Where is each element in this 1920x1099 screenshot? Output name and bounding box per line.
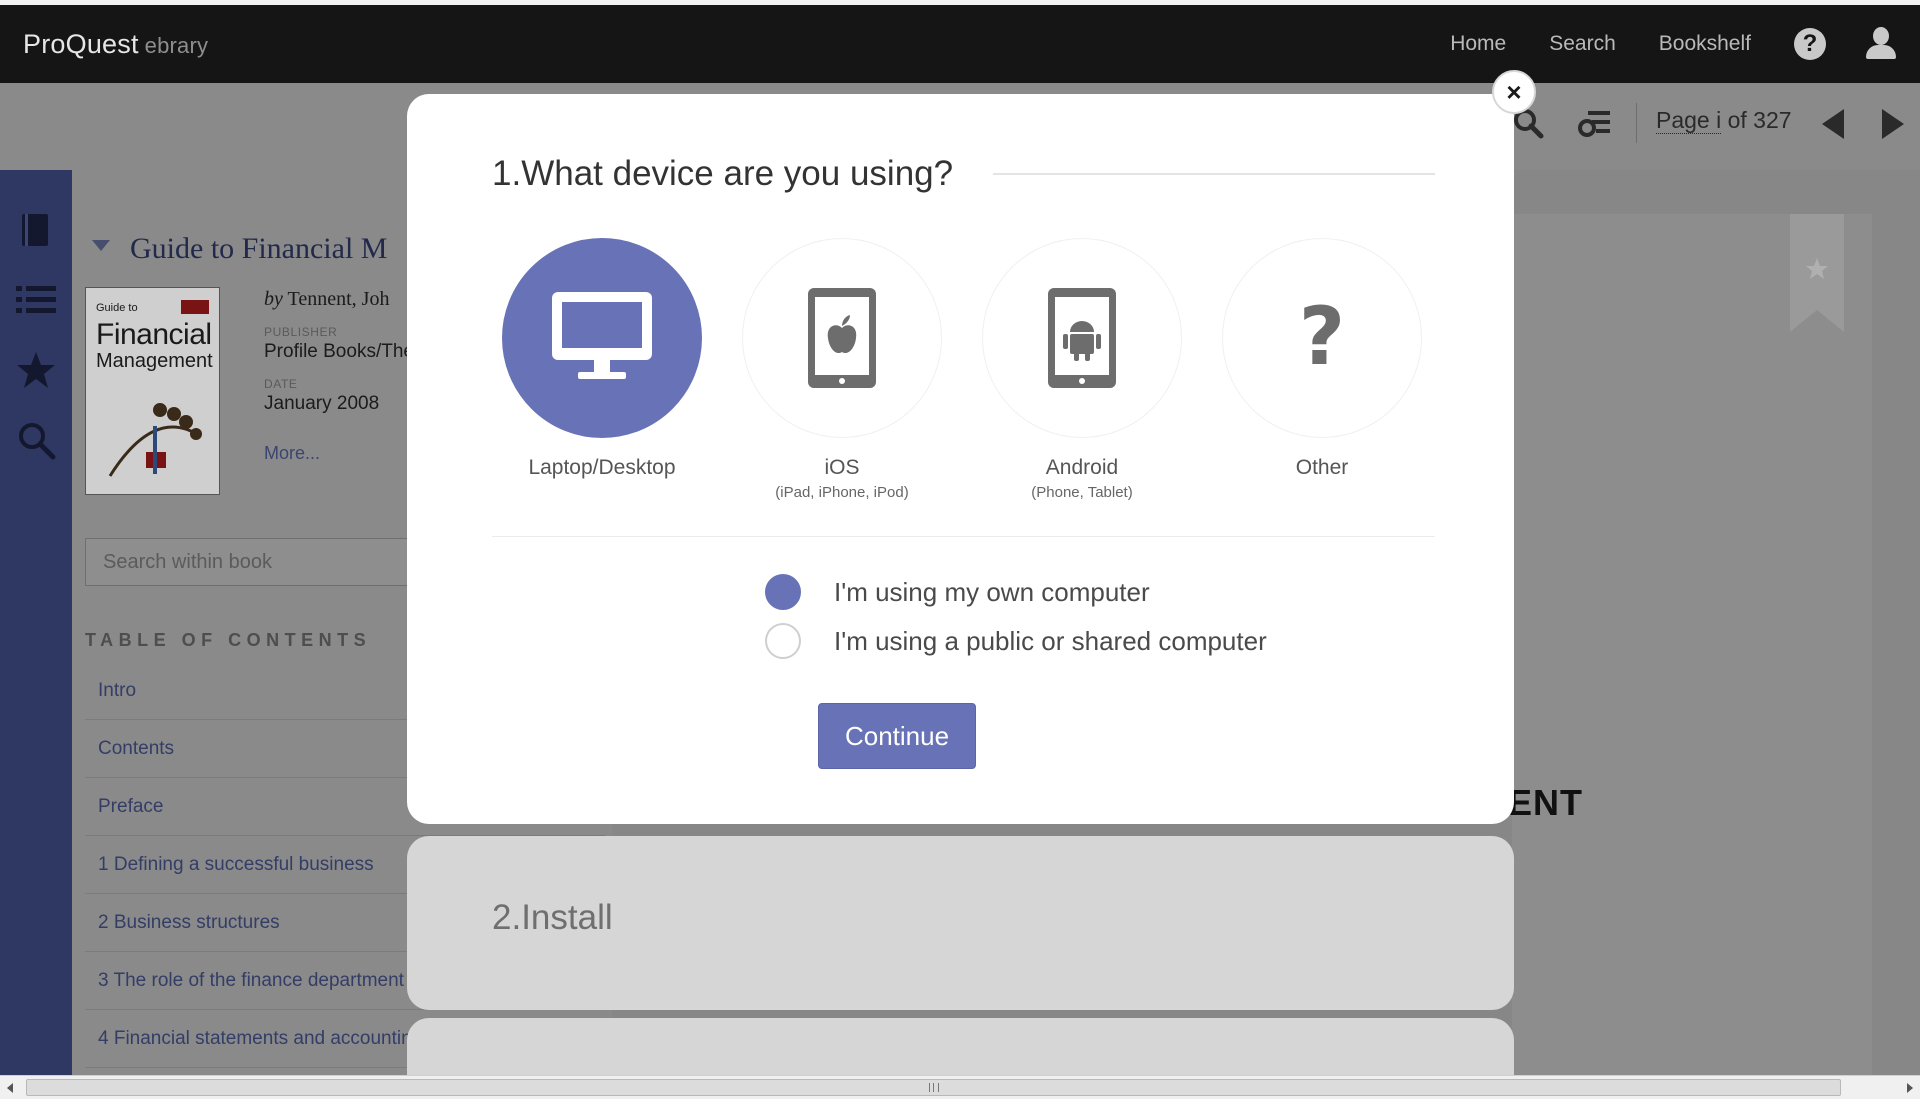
cover-small-text: Guide to: [96, 302, 138, 314]
device-sub-label: (iPad, iPhone, iPod): [775, 484, 909, 501]
next-page-icon[interactable]: [1882, 109, 1904, 139]
grip-icon: [928, 1083, 939, 1092]
book-title[interactable]: Guide to Financial M: [130, 232, 387, 266]
device-circle: [982, 238, 1182, 438]
prev-page-icon[interactable]: [1822, 109, 1844, 139]
option-public-computer[interactable]: I'm using a public or shared computer: [765, 623, 1267, 659]
cover-flag: [181, 300, 209, 314]
page-total: of 327: [1727, 107, 1792, 133]
question-icon: ?: [1299, 298, 1345, 378]
modal-divider: [492, 536, 1435, 537]
apple-tablet-icon: [808, 288, 876, 388]
nav-home-link[interactable]: Home: [1450, 32, 1506, 56]
star-icon[interactable]: [16, 350, 56, 390]
device-circle: [502, 238, 702, 438]
nav-search-link[interactable]: Search: [1549, 32, 1616, 56]
date-label: DATE: [264, 377, 298, 391]
scroll-left-icon[interactable]: [7, 1083, 13, 1093]
brand-sub: ebrary: [144, 33, 209, 58]
device-label: iOS: [824, 456, 860, 479]
modal-title: 1.What device are you using?: [492, 154, 954, 193]
more-link[interactable]: More...: [264, 443, 414, 464]
cover-illustration: [108, 403, 202, 477]
brand-logo[interactable]: ProQuest ebrary: [23, 29, 208, 60]
brand-name: ProQuest: [23, 29, 139, 59]
device-label: Android: [1045, 456, 1119, 479]
list-icon[interactable]: [16, 280, 56, 320]
horizontal-scrollbar[interactable]: [0, 1075, 1920, 1099]
publisher-label: PUBLISHER: [264, 325, 338, 339]
step-2-install-panel[interactable]: 2.Install: [407, 836, 1514, 1010]
nav-bookshelf-link[interactable]: Bookshelf: [1659, 32, 1751, 56]
device-circle: ?: [1222, 238, 1422, 438]
svg-text:?: ?: [1299, 298, 1345, 378]
toolbar-separator: [1636, 103, 1637, 143]
toc-settings-icon[interactable]: [1578, 107, 1612, 139]
search-icon[interactable]: [16, 420, 56, 460]
publisher-value: Profile Books/The: [264, 341, 414, 362]
option-own-computer[interactable]: I'm using my own computer: [765, 574, 1150, 610]
device-option-android[interactable]: Android (Phone, Tablet): [982, 238, 1182, 501]
continue-button[interactable]: Continue: [818, 703, 976, 769]
page-indicator: Page i of 327: [1656, 107, 1792, 134]
device-setup-modal: 1.What device are you using? Laptop/Desk…: [407, 94, 1514, 824]
device-option-ios[interactable]: iOS (iPad, iPhone, iPod): [742, 238, 942, 501]
book-icon[interactable]: [16, 210, 56, 250]
bookmark-icon[interactable]: [1790, 214, 1844, 332]
device-label: Laptop/Desktop: [528, 456, 676, 479]
step-2-title: 2.Install: [492, 898, 613, 937]
book-cover[interactable]: Guide to Financial Management: [85, 287, 220, 495]
title-divider: [993, 173, 1435, 175]
page-visible-text: ENT: [1508, 782, 1583, 823]
monitor-icon: [552, 292, 652, 379]
top-navigation-bar: ProQuest ebrary Home Search Bookshelf ?: [0, 0, 1920, 83]
date-value: January 2008: [264, 393, 380, 414]
device-option-laptop[interactable]: Laptop/Desktop: [502, 238, 702, 480]
device-label: Other: [1295, 456, 1349, 479]
radio-label: I'm using my own computer: [834, 576, 1150, 607]
book-meta: by Tennent, Joh PUBLISHER Profile Books/…: [264, 288, 414, 464]
radio-public-computer[interactable]: [765, 623, 801, 659]
user-icon[interactable]: [1864, 27, 1898, 61]
help-icon[interactable]: ?: [1794, 28, 1826, 60]
device-circle: [742, 238, 942, 438]
cover-title-line1: Financial: [96, 318, 212, 351]
cover-title-line2: Management: [96, 350, 213, 372]
caret-down-icon[interactable]: [92, 240, 110, 251]
radio-label: I'm using a public or shared computer: [834, 625, 1267, 656]
scroll-right-icon[interactable]: [1907, 1083, 1913, 1093]
device-option-other[interactable]: ? Other: [1222, 238, 1422, 480]
book-author: by Tennent, Joh: [264, 288, 390, 310]
radio-own-computer[interactable]: [765, 574, 801, 610]
device-sub-label: (Phone, Tablet): [1031, 484, 1133, 501]
page-surface: [1512, 214, 1872, 1075]
android-tablet-icon: [1048, 288, 1116, 388]
toc-heading: TABLE OF CONTENTS: [85, 630, 372, 650]
scroll-thumb[interactable]: [26, 1079, 1841, 1096]
page-number-link[interactable]: Page i: [1656, 107, 1722, 134]
sidebar-rail: [0, 170, 72, 1075]
close-modal-button[interactable]: ×: [1492, 70, 1536, 114]
